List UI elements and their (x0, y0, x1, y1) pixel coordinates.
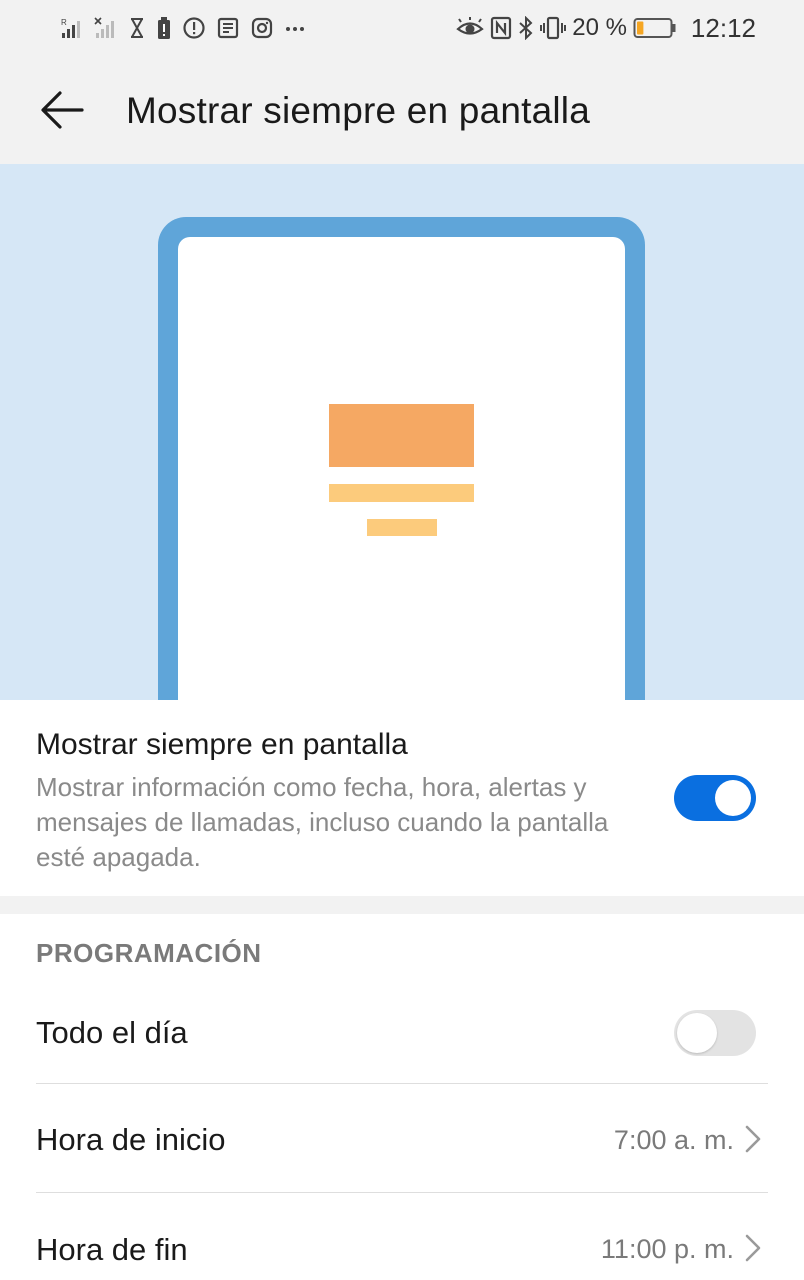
signal-x-icon (94, 14, 118, 42)
end-time-row[interactable]: Hora de fin 11:00 p. m. (0, 1193, 804, 1280)
all-day-toggle[interactable] (674, 1010, 756, 1056)
end-time-label: Hora de fin (36, 1232, 188, 1267)
main-setting-title: Mostrar siempre en pantalla (36, 728, 408, 761)
svg-text:R: R (61, 18, 67, 27)
aod-toggle[interactable] (674, 775, 756, 821)
page-title: Mostrar siempre en pantalla (126, 90, 590, 131)
chevron-right-icon (745, 1234, 761, 1262)
schedule-section-header: PROGRAMACIÓN (36, 938, 262, 968)
chevron-right-icon (745, 1125, 761, 1153)
vibrate-icon (540, 14, 567, 42)
back-button[interactable] (36, 84, 88, 136)
clock-time: 12:12 (690, 12, 756, 43)
section-divider (0, 896, 804, 914)
start-time-label: Hora de inicio (36, 1122, 226, 1157)
nfc-icon (490, 14, 512, 42)
status-icons-right: 20 % 12:12 (456, 12, 756, 43)
eye-icon (456, 14, 484, 42)
start-time-row[interactable]: Hora de inicio 7:00 a. m. (0, 1084, 804, 1192)
phone-screen-illustration (178, 237, 625, 700)
battery-saver-icon (156, 14, 172, 42)
start-time-value: 7:00 a. m. (613, 1125, 734, 1155)
toggle-knob (715, 780, 751, 816)
clock-placeholder (329, 404, 474, 467)
status-bar: R 20 % 12:12 (0, 0, 804, 58)
instagram-icon (250, 14, 274, 42)
aod-illustration (0, 164, 804, 700)
battery-percent: 20 % (572, 14, 627, 41)
alert-icon (182, 14, 206, 42)
back-arrow-icon (41, 91, 84, 129)
battery-icon (633, 14, 677, 42)
bluetooth-icon (518, 14, 534, 42)
aod-main-setting[interactable]: Mostrar siempre en pantalla Mostrar info… (0, 700, 804, 896)
news-icon (216, 14, 240, 42)
all-day-label: Todo el día (36, 1015, 188, 1050)
phone-frame-illustration (158, 217, 645, 700)
toggle-knob (677, 1013, 717, 1053)
more-dots-icon (284, 14, 306, 42)
status-icons-left: R (60, 14, 306, 42)
main-setting-description: Mostrar información como fecha, hora, al… (36, 772, 609, 872)
all-day-row[interactable]: Todo el día (0, 984, 804, 1082)
date-placeholder (329, 484, 474, 502)
end-time-value: 11:00 p. m. (600, 1234, 734, 1264)
app-bar: Mostrar siempre en pantalla (0, 58, 804, 164)
info-placeholder (367, 519, 437, 536)
signal-r-icon: R (60, 14, 84, 42)
hourglass-icon (128, 14, 146, 42)
